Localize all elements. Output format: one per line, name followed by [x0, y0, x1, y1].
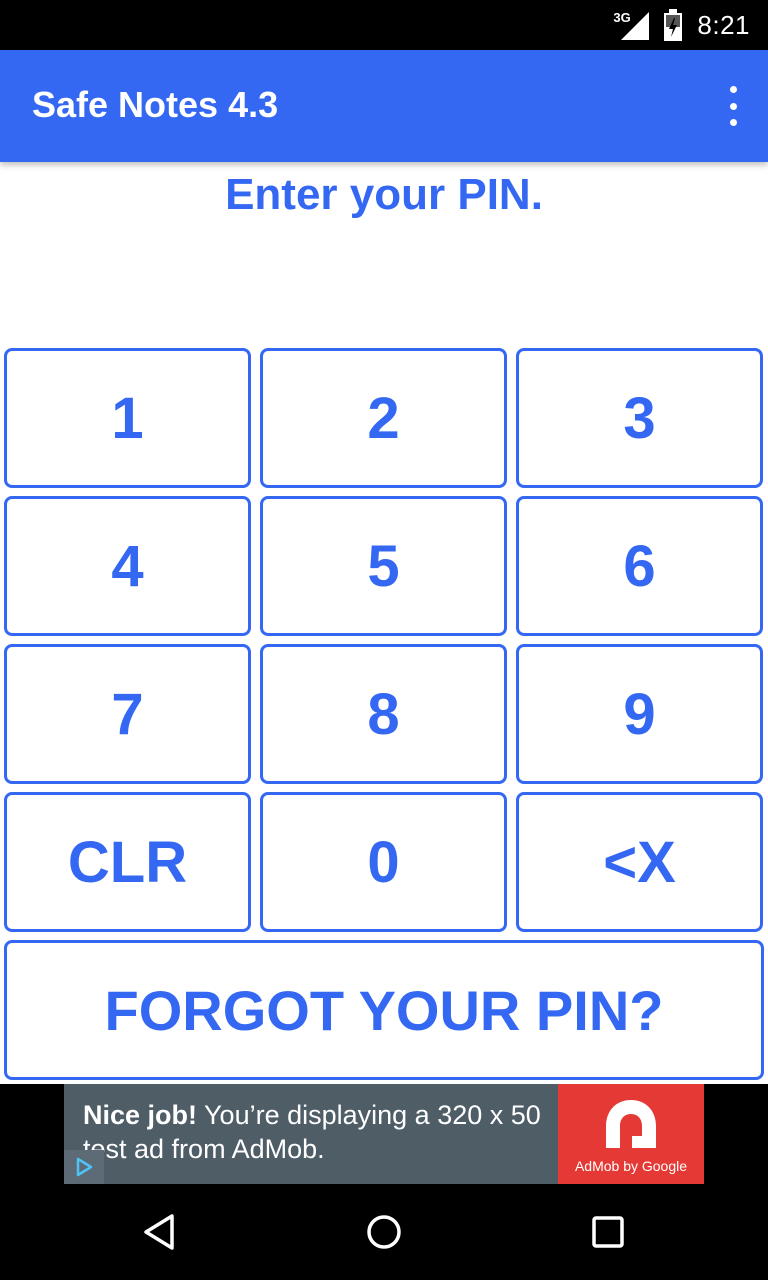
- key-0[interactable]: 0: [260, 792, 507, 932]
- key-4[interactable]: 4: [4, 496, 251, 636]
- key-6[interactable]: 6: [516, 496, 763, 636]
- network-indicator: 3G: [613, 10, 650, 40]
- key-7[interactable]: 7: [4, 644, 251, 784]
- recents-icon[interactable]: [588, 1212, 628, 1252]
- key-1[interactable]: 1: [4, 348, 251, 488]
- overflow-menu-icon[interactable]: [720, 86, 746, 126]
- ad-choices-triangle-icon: [76, 1157, 93, 1177]
- app-bar: Safe Notes 4.3: [0, 50, 768, 162]
- app-title: Safe Notes 4.3: [32, 84, 279, 125]
- back-icon[interactable]: [140, 1212, 180, 1252]
- key-3[interactable]: 3: [516, 348, 763, 488]
- key-2[interactable]: 2: [260, 348, 507, 488]
- clear-button[interactable]: CLR: [4, 792, 251, 932]
- status-bar: 3G 8:21: [0, 0, 768, 50]
- key-5[interactable]: 5: [260, 496, 507, 636]
- key-9[interactable]: 9: [516, 644, 763, 784]
- clock: 8:21: [697, 9, 750, 40]
- admob-logo-box: AdMob by Google: [558, 1084, 704, 1184]
- navigation-bar: [0, 1184, 768, 1280]
- home-icon[interactable]: [364, 1212, 404, 1252]
- menu-dot: [729, 102, 737, 110]
- battery-icon: [664, 9, 683, 41]
- pin-prompt: Enter your PIN.: [225, 170, 543, 219]
- backspace-button[interactable]: <X: [516, 792, 763, 932]
- ad-text: Nice job! You’re displaying a 320 x 50 t…: [83, 1098, 553, 1166]
- ad-strip: Nice job! You’re displaying a 320 x 50 t…: [0, 1084, 768, 1184]
- admob-logo-icon: [606, 1100, 656, 1148]
- menu-dot: [729, 119, 737, 126]
- ad-banner[interactable]: Nice job! You’re displaying a 320 x 50 t…: [64, 1084, 704, 1184]
- key-8[interactable]: 8: [260, 644, 507, 784]
- admob-brand-label: AdMob by Google: [574, 1158, 688, 1174]
- menu-dot: [729, 86, 737, 93]
- signal-icon: [621, 12, 650, 40]
- forgot-pin-button[interactable]: FORGOT YOUR PIN?: [4, 940, 764, 1080]
- pin-keypad: 1 2 3 4 5 6 7 8 9 CLR 0 <X: [4, 348, 764, 932]
- ad-choices-icon[interactable]: [64, 1150, 104, 1184]
- ad-headline: Nice job!: [83, 1100, 198, 1130]
